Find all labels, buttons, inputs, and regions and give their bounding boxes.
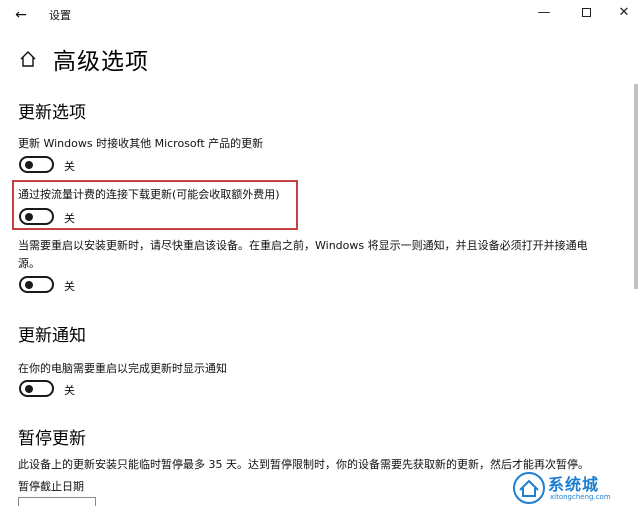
pause-until-date-label: 暂停截止日期	[18, 480, 84, 493]
receive-other-products-label: 更新 Windows 时接收其他 Microsoft 产品的更新	[18, 137, 264, 150]
restart-notification-label: 在你的电脑需要重启以完成更新时显示通知	[18, 362, 227, 375]
toggle-state-label: 关	[64, 280, 75, 293]
section-heading-pause-updates: 暂停更新	[18, 429, 86, 449]
maximize-button[interactable]	[574, 3, 598, 23]
toggle-knob	[25, 212, 33, 221]
toggle-state-label: 关	[64, 160, 75, 173]
window-title: 设置	[49, 9, 71, 22]
watermark-subtext: xitongcheng.com	[550, 493, 611, 501]
title-bar: ← 设置 — ✕	[0, 0, 640, 30]
section-heading-update-options: 更新选项	[18, 103, 86, 123]
close-button[interactable]: ✕	[612, 3, 636, 23]
receive-other-products-toggle[interactable]	[19, 156, 54, 173]
toggle-state-label: 关	[64, 212, 75, 225]
watermark-logo-icon	[513, 472, 545, 504]
toggle-knob	[25, 384, 33, 393]
back-arrow-icon[interactable]: ←	[10, 5, 32, 25]
restart-asap-toggle[interactable]	[19, 276, 54, 293]
toggle-knob	[25, 160, 33, 169]
toggle-state-label: 关	[64, 384, 75, 397]
watermark: 系统城 xitongcheng.com	[512, 471, 634, 505]
metered-connection-label: 通过按流量计费的连接下载更新(可能会收取额外费用)	[18, 188, 280, 201]
restart-asap-label: 当需要重启以安装更新时，请尽快重启该设备。在重启之前，Windows 将显示一则…	[18, 239, 588, 270]
metered-connection-toggle[interactable]	[19, 208, 54, 225]
page-title: 高级选项	[53, 49, 149, 75]
home-icon[interactable]	[19, 50, 37, 68]
maximize-icon	[581, 8, 591, 17]
toggle-knob	[25, 280, 33, 289]
pause-date-dropdown[interactable]	[18, 497, 96, 506]
scrollbar-thumb[interactable]	[634, 84, 638, 289]
watermark-text: 系统城	[548, 475, 600, 494]
restart-notification-toggle[interactable]	[19, 380, 54, 397]
section-heading-update-notifications: 更新通知	[18, 326, 86, 346]
minimize-button[interactable]: —	[532, 3, 556, 23]
